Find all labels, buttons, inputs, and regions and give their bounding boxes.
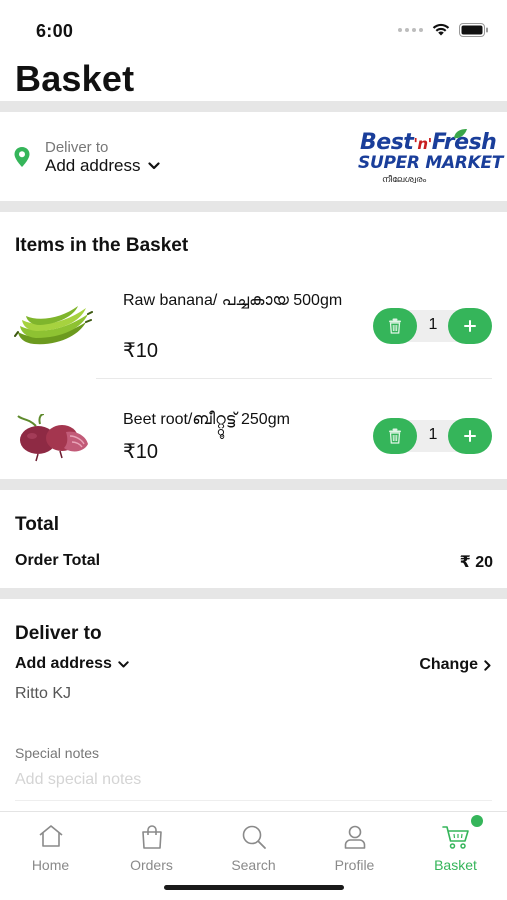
battery-icon	[459, 22, 488, 37]
beetroot-icon	[17, 414, 88, 462]
section-divider	[0, 479, 507, 490]
home-icon	[38, 825, 63, 847]
section-divider	[0, 101, 507, 112]
tab-profile[interactable]: Profile	[304, 812, 405, 882]
trash-icon	[389, 428, 401, 444]
total-section-title: Total	[15, 514, 59, 535]
tab-label: Home	[31, 857, 70, 873]
basket-item: Raw banana/ പച്ചകായ 500gm ₹10 1	[0, 280, 507, 376]
item-name: Beet root/ബീറ്റ്റൂട്ട് 250gm	[123, 411, 290, 428]
store-logo: Best'n'Fresh SUPER MARKET നീലേശ്വരം	[356, 128, 503, 186]
logo-text-location: നീലേശ്വരം	[382, 174, 427, 184]
banana-icon	[14, 306, 93, 345]
page-title: Basket	[15, 58, 135, 99]
wifi-icon	[432, 23, 450, 36]
cellular-signal-icon	[398, 27, 423, 32]
tab-orders[interactable]: Orders	[101, 812, 202, 882]
item-quantity: 1	[428, 316, 438, 333]
item-name: Raw banana/ പച്ചകായ 500gm	[123, 292, 343, 309]
increase-quantity-button[interactable]	[448, 418, 492, 454]
increase-quantity-button[interactable]	[448, 308, 492, 344]
chevron-down-icon	[148, 162, 161, 170]
change-address-label: Change	[419, 656, 478, 673]
address-dropdown-text: Add address	[15, 655, 112, 672]
quantity-stepper: 1	[373, 418, 493, 454]
cart-icon	[441, 826, 469, 849]
tab-label: Basket	[434, 857, 477, 873]
search-icon	[242, 825, 266, 849]
plus-icon	[464, 430, 476, 442]
status-icons	[398, 22, 489, 37]
plus-icon	[464, 320, 476, 332]
tab-home[interactable]: Home	[0, 812, 101, 882]
user-icon	[344, 825, 365, 849]
order-total-label: Order Total	[15, 552, 101, 569]
item-price: ₹10	[123, 441, 158, 463]
leaf-icon	[454, 129, 467, 139]
special-notes-label: Special notes	[15, 745, 100, 761]
address-dropdown[interactable]: Add address	[15, 655, 129, 673]
tab-basket[interactable]: Basket	[405, 812, 506, 882]
chevron-down-icon	[118, 660, 129, 667]
item-price: ₹10	[123, 340, 158, 362]
section-divider	[0, 201, 507, 212]
order-total-value: ₹ 20	[459, 554, 493, 571]
location-pin-icon	[14, 147, 30, 167]
basket-item: Beet root/ബീറ്റ്റൂട്ട് 250gm ₹10 1	[0, 380, 507, 476]
delete-item-button[interactable]	[373, 308, 417, 344]
items-section-title: Items in the Basket	[15, 235, 189, 256]
notes-underline	[15, 800, 492, 801]
quantity-stepper: 1	[373, 308, 493, 344]
home-indicator	[164, 885, 344, 890]
tab-label: Profile	[334, 857, 375, 873]
change-address-button[interactable]: Change	[419, 656, 491, 674]
header-address-text: Add address	[45, 156, 141, 175]
deliver-to-label: Deliver to	[45, 139, 109, 156]
chevron-right-icon	[484, 659, 491, 671]
header-address[interactable]: Add address	[45, 156, 161, 176]
deliver-section-title: Deliver to	[15, 623, 102, 644]
status-bar: 6:00	[0, 0, 507, 54]
item-separator	[96, 378, 492, 379]
basket-badge-dot	[471, 815, 483, 827]
trash-icon	[389, 318, 401, 334]
logo-text-supermarket: SUPER MARKET	[358, 153, 504, 173]
item-quantity: 1	[428, 426, 438, 443]
tab-search[interactable]: Search	[203, 812, 304, 882]
status-time: 6:00	[36, 21, 74, 41]
tab-label: Orders	[130, 857, 173, 873]
customer-name: Ritto KJ	[15, 685, 72, 702]
tab-label: Search	[231, 857, 276, 873]
logo-text-main: Best'n'Fresh	[360, 130, 497, 155]
shopping-bag-icon	[141, 825, 162, 849]
section-divider	[0, 588, 507, 599]
delete-item-button[interactable]	[373, 418, 417, 454]
special-notes-input[interactable]	[15, 768, 485, 792]
